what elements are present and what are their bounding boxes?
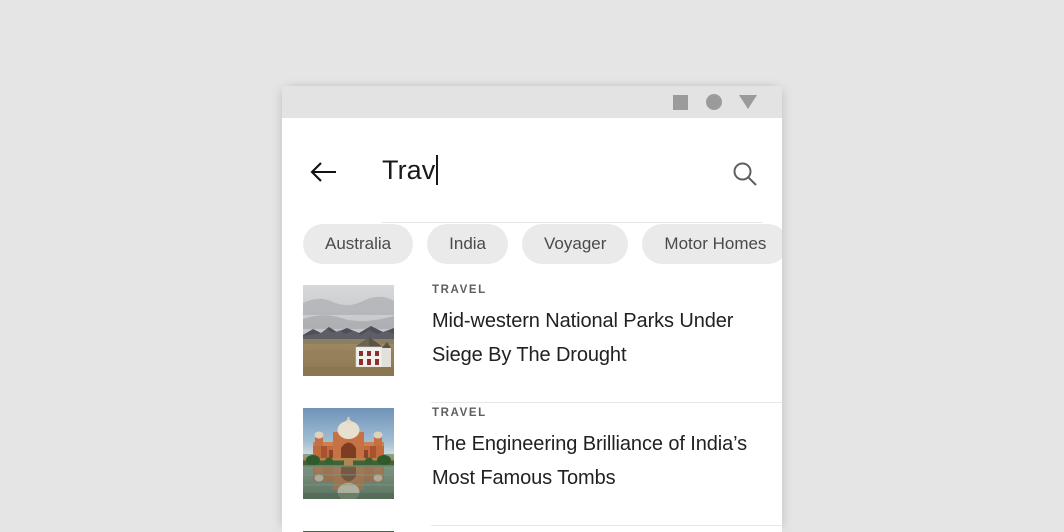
chip-australia[interactable]: Australia — [303, 224, 414, 264]
search-icon — [733, 162, 757, 186]
search-submit-button[interactable] — [725, 154, 765, 194]
result-text-block: TRAVEL Mid-western National Parks Under … — [432, 280, 762, 372]
result-text-block: TRAVEL The Engineering Brilliance of Ind… — [432, 403, 762, 495]
chip-label: Voyager — [544, 234, 607, 253]
chip-motor-homes[interactable]: Motor Homes — [642, 224, 782, 264]
recent-apps-button[interactable] — [663, 86, 697, 118]
chip-india[interactable]: India — [427, 224, 509, 264]
result-headline: The Engineering Brilliance of India’s Mo… — [432, 433, 748, 489]
search-results-list: TRAVEL Mid-western National Parks Under … — [282, 280, 782, 532]
list-item[interactable]: TRAVEL Mid-western National Parks Under … — [282, 280, 782, 403]
square-icon — [672, 94, 688, 110]
circle-icon — [706, 94, 722, 110]
arrow-left-icon — [310, 162, 336, 182]
result-thumbnail-iceland-farmhouse — [303, 285, 394, 376]
text-cursor — [436, 155, 439, 185]
search-bar: Trav — [282, 118, 782, 224]
list-item[interactable] — [282, 526, 782, 532]
chip-label: India — [449, 234, 487, 253]
chip-voyager[interactable]: Voyager — [522, 224, 629, 264]
suggestion-chips: Australia India Voyager Motor Homes — [282, 224, 782, 264]
back-button[interactable] — [731, 86, 765, 118]
chip-label: Australia — [325, 234, 392, 253]
search-input[interactable]: Trav — [382, 148, 662, 192]
triangle-down-icon — [739, 95, 757, 109]
chip-label: Motor Homes — [664, 234, 767, 253]
list-item[interactable]: TRAVEL The Engineering Brilliance of Ind… — [282, 403, 782, 526]
system-navigation-bar — [282, 86, 782, 118]
result-thumbnail-humayuns-tomb — [303, 408, 394, 499]
back-navigation-button[interactable] — [304, 156, 344, 188]
result-category-label: TRAVEL — [432, 407, 487, 419]
home-button[interactable] — [697, 86, 731, 118]
result-category-label: TRAVEL — [432, 284, 487, 296]
result-text-block — [432, 526, 762, 532]
search-input-value: Trav — [382, 155, 436, 185]
app-window: Trav Australia India Voyager Motor Homes — [282, 86, 782, 532]
search-input-underline — [382, 222, 762, 223]
result-headline: Mid-western National Parks Under Siege B… — [432, 310, 734, 366]
